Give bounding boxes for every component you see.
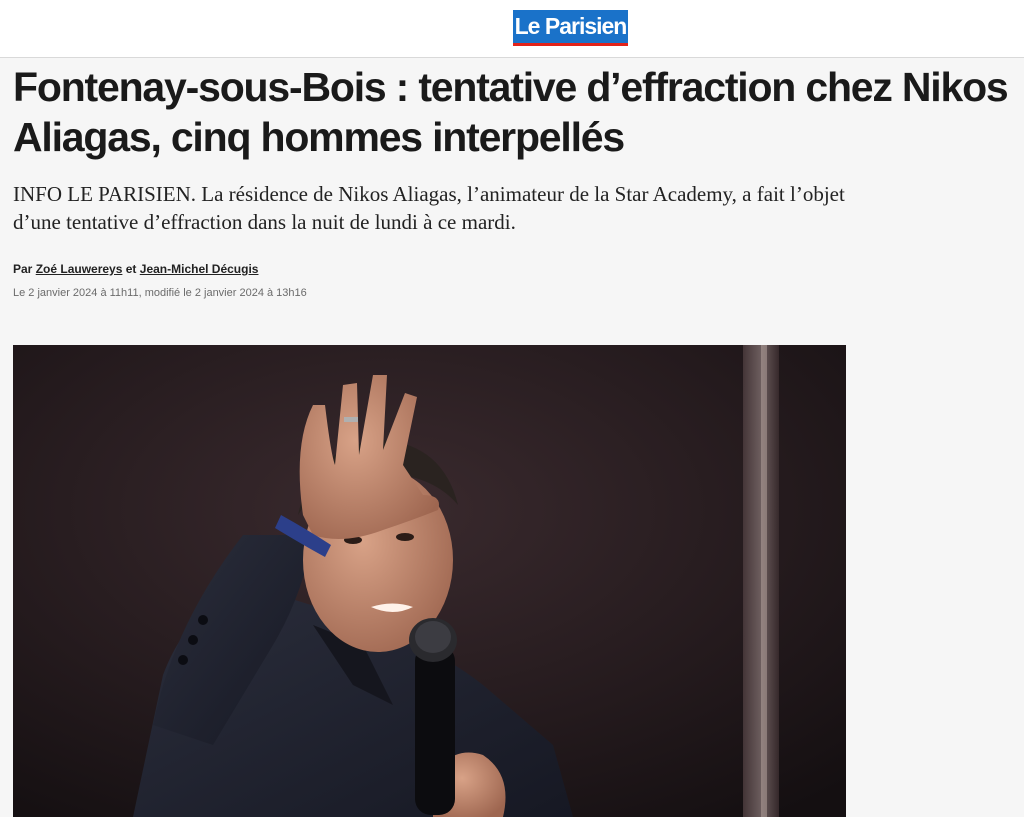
article-lede: INFO LE PARISIEN. La résidence de Nikos … [13, 182, 845, 234]
author-link-jean-michel-decugis[interactable]: Jean-Michel Décugis [140, 262, 259, 276]
author-link-zoe-lauwereys[interactable]: Zoé Lauwereys [36, 262, 123, 276]
byline-conjunction: et [125, 262, 137, 276]
photo-illustration [13, 345, 846, 817]
byline: Par Zoé Lauwereys et Jean-Michel Décugis [13, 262, 258, 276]
publish-dates: Le 2 janvier 2024 à 11h11, modifié le 2 … [13, 287, 307, 299]
article-photo [13, 345, 846, 817]
le-parisien-logo[interactable]: Le Parisien [513, 10, 628, 46]
article-headline: Fontenay-sous-Bois : tentative d’effract… [13, 64, 1009, 160]
byline-prefix: Par [13, 262, 33, 276]
site-header: Le Parisien [0, 0, 1024, 58]
